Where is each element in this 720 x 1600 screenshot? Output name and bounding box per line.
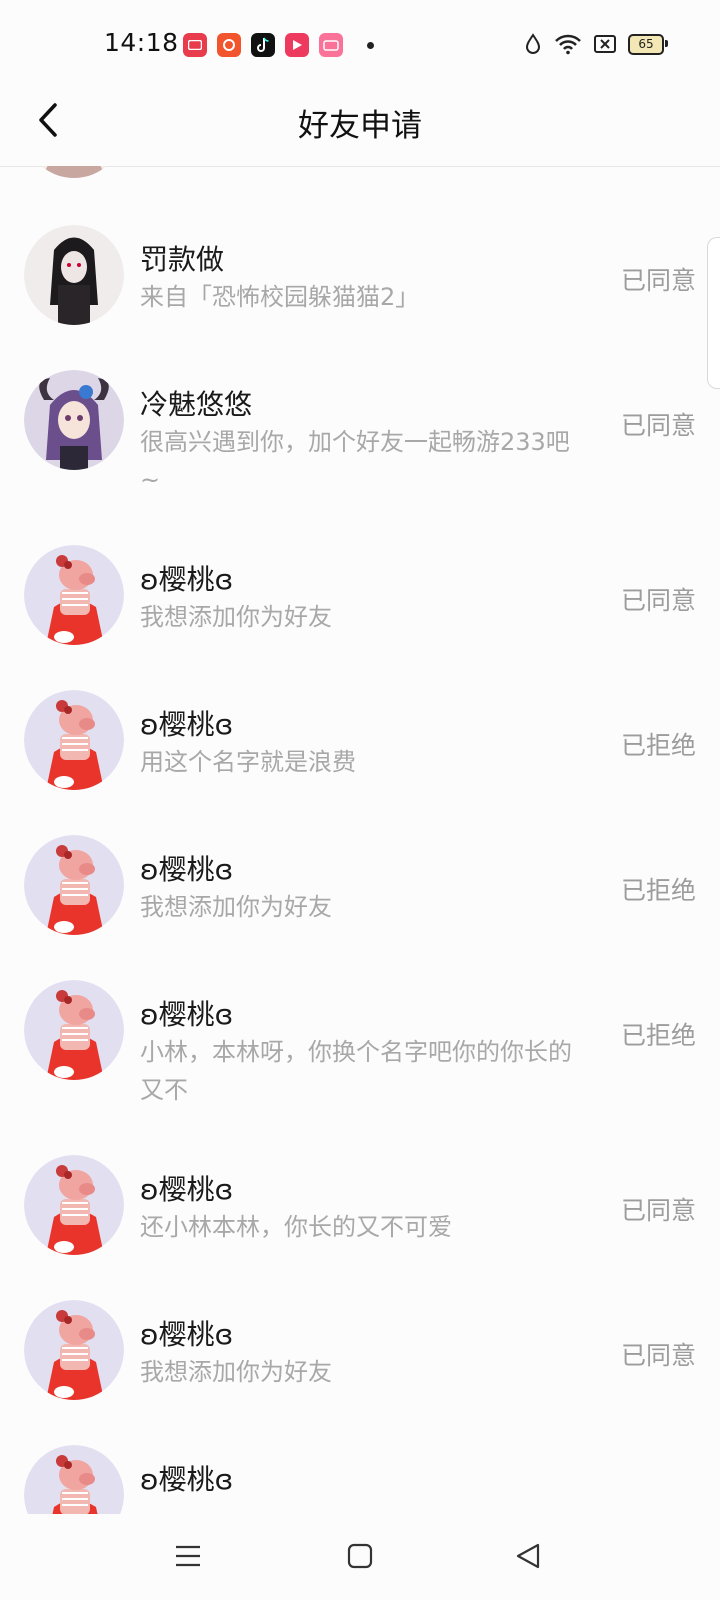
list-item[interactable]: ʚ樱桃ɞ 我想添加你为好友 已同意: [0, 1281, 720, 1426]
status-label: 已同意: [620, 1341, 696, 1370]
request-message: 来自「恐怖校园躲猫猫2」: [140, 283, 420, 311]
notification-icons: [183, 33, 374, 57]
list-item[interactable]: 罚款做 来自「恐怖校园躲猫猫2」 已同意: [0, 206, 720, 351]
avatar: [24, 1300, 124, 1400]
requester-name: ʚ樱桃ɞ: [140, 1463, 234, 1496]
system-nav-bar: [0, 1514, 720, 1600]
side-pull-tab[interactable]: [707, 237, 720, 389]
wifi-icon: [555, 34, 581, 55]
back-nav-button[interactable]: [508, 1536, 548, 1576]
status-label: 已拒绝: [620, 731, 696, 760]
bilibili-icon: [319, 33, 343, 57]
more-notifications-dot: [367, 41, 374, 49]
request-message: 用这个名字就是浪费: [140, 748, 356, 776]
list-item[interactable]: ʚ樱桃ɞ 我想添加你为好友 已拒绝: [0, 816, 720, 961]
shopping-app-icon: [217, 33, 241, 57]
requester-name: ʚ樱桃ɞ: [140, 1318, 234, 1351]
system-icons: 65: [524, 33, 668, 55]
requester-name: ʚ樱桃ɞ: [140, 853, 234, 886]
avatar: [24, 690, 124, 790]
request-message: 还小林本林，你长的又不可爱: [140, 1213, 452, 1241]
menu-button[interactable]: [168, 1536, 208, 1576]
status-bar: 14:18 65: [0, 0, 720, 90]
list-item[interactable]: ʚ樱桃ɞ 我想添加你为好友 已同意: [0, 526, 720, 671]
requester-name: 罚款做: [140, 243, 225, 276]
play-app-icon: [285, 33, 309, 57]
avatar: [24, 980, 124, 1080]
requester-name: ʚ樱桃ɞ: [140, 563, 234, 596]
avatar: [24, 225, 124, 325]
list-item[interactable]: 冷魅悠悠 很高兴遇到你，加个好友一起畅游233吧~ 已同意: [0, 351, 720, 526]
status-time: 14:18: [104, 28, 179, 57]
request-message: 我想添加你为好友: [140, 1358, 332, 1386]
data-saver-icon: [525, 33, 541, 54]
tiktok-icon: [251, 33, 275, 57]
friend-request-list[interactable]: 罚款做 来自「恐怖校园躲猫猫2」 已同意 冷魅悠悠 很高兴遇到你，加个好友一起畅…: [0, 166, 720, 1514]
request-message: 很高兴遇到你，加个好友一起畅游233吧~: [140, 428, 570, 494]
requester-name: ʚ樱桃ɞ: [140, 1173, 234, 1206]
status-label: 已同意: [620, 1196, 696, 1225]
status-label: 已拒绝: [620, 876, 696, 905]
back-triangle-icon: [516, 1543, 540, 1569]
menu-icon: [176, 1545, 200, 1567]
status-label: 已同意: [620, 266, 696, 295]
requester-name: 冷魅悠悠: [140, 388, 253, 421]
avatar: [24, 1155, 124, 1255]
requester-name: ʚ樱桃ɞ: [140, 998, 234, 1031]
video-app-icon: [183, 33, 207, 57]
request-message: 我想添加你为好友: [140, 893, 332, 921]
avatar: [24, 835, 124, 935]
request-message: 我想添加你为好友: [140, 603, 332, 631]
battery-icon: 65: [628, 33, 668, 55]
avatar: [24, 370, 124, 470]
avatar: [24, 545, 124, 645]
list-item[interactable]: ʚ樱桃ɞ 还小林本林，你长的又不可爱 已同意: [0, 1136, 720, 1281]
list-item[interactable]: ʚ樱桃ɞ 用这个名字就是浪费 已拒绝: [0, 671, 720, 816]
page-title: 好友申请: [298, 108, 422, 144]
home-icon: [347, 1543, 373, 1569]
home-button[interactable]: [340, 1536, 380, 1576]
avatar: [24, 166, 124, 178]
status-label: 已拒绝: [620, 1021, 696, 1050]
status-label: 已同意: [620, 586, 696, 615]
requester-name: ʚ樱桃ɞ: [140, 708, 234, 741]
list-item[interactable]: ʚ樱桃ɞ 小林，本林呀，你换个名字吧你的你长的又不 已拒绝: [0, 961, 720, 1136]
request-message: 小林，本林呀，你换个名字吧你的你长的又不: [140, 1038, 572, 1104]
avatar: [24, 1445, 124, 1514]
no-sim-icon: [594, 35, 616, 53]
status-label: 已同意: [620, 411, 696, 440]
list-item[interactable]: ʚ樱桃ɞ: [0, 1426, 720, 1514]
top-app-bar: 好友申请: [0, 90, 720, 167]
